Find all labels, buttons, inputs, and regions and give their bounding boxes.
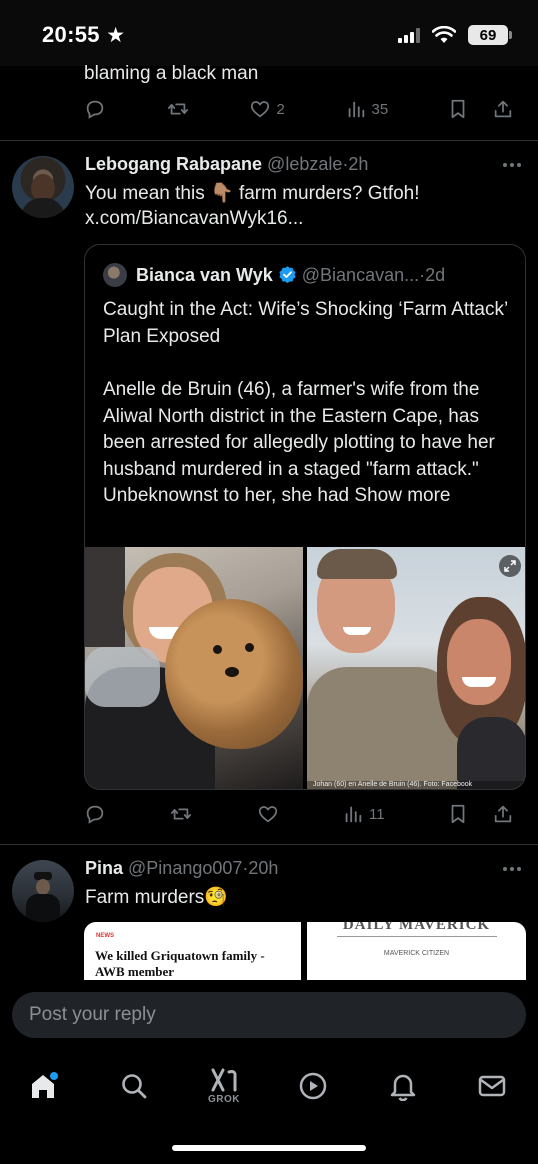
star-icon: ★ bbox=[106, 24, 126, 47]
prev-post-text: blaming a black man bbox=[84, 63, 259, 84]
views-icon bbox=[345, 806, 362, 823]
reply-composer[interactable] bbox=[12, 992, 526, 1038]
like-icon bbox=[258, 806, 277, 823]
signal-icon bbox=[398, 27, 420, 43]
messages-icon bbox=[478, 1075, 506, 1097]
tab-grok[interactable]: GROK bbox=[199, 1058, 249, 1114]
quote-body: Anelle de Bruin (46), a farmer's wife fr… bbox=[103, 379, 495, 506]
wifi-icon bbox=[432, 26, 456, 43]
tab-notifications[interactable] bbox=[378, 1058, 428, 1114]
more-icon[interactable] bbox=[502, 864, 522, 874]
repost-icon bbox=[171, 808, 192, 820]
share-icon[interactable] bbox=[492, 803, 514, 825]
views-button[interactable]: 11 bbox=[342, 799, 385, 829]
link-preview[interactable]: NEWS We killed Griquatown family - AWB m… bbox=[84, 922, 301, 980]
post-time: 2h bbox=[348, 154, 369, 174]
reply-post-actions: 11 bbox=[84, 799, 514, 829]
divider bbox=[0, 140, 538, 141]
photo-woman-with-dog[interactable] bbox=[85, 547, 303, 789]
preview-section: MAVERICK CITIZEN bbox=[383, 950, 450, 957]
more-icon[interactable] bbox=[502, 160, 522, 170]
link-preview[interactable]: DAILY MAVERICK MAVERICK CITIZEN bbox=[307, 922, 526, 980]
author-handle[interactable]: @Pinango007 bbox=[128, 858, 242, 878]
tab-bar: GROK bbox=[0, 1058, 538, 1114]
photo-couple[interactable]: Johan (60) en Anelle de Bruin (46). Foto… bbox=[307, 547, 525, 789]
author-line: Pina @Pinango007·20h bbox=[85, 858, 279, 878]
reply-input[interactable] bbox=[12, 992, 526, 1038]
author-name[interactable]: Lebogang Rabapane bbox=[85, 154, 262, 174]
expand-button[interactable] bbox=[499, 555, 521, 577]
quote-headline: Caught in the Act: Wife’s Shocking ‘Farm… bbox=[103, 299, 508, 347]
reply-button[interactable] bbox=[84, 799, 106, 829]
grok-icon bbox=[211, 1068, 237, 1092]
preview-headline: We killed Griquatown family - AWB member bbox=[95, 948, 265, 979]
quote-author-line: Bianca van Wyk @Biancavan...·2d bbox=[136, 265, 446, 285]
quote-author-name: Bianca van Wyk bbox=[136, 265, 273, 285]
preview-masthead: DAILY MAVERICK bbox=[342, 922, 491, 933]
repost-button[interactable] bbox=[169, 799, 193, 829]
author-handle[interactable]: @lebzale bbox=[267, 154, 342, 174]
pointing-down-emoji: 👇🏽 bbox=[210, 183, 234, 204]
post-text: You mean this 👇🏽 farm murders? Gtfoh! bbox=[85, 183, 420, 204]
reply-icon bbox=[86, 805, 104, 824]
quote-handle: @Biancavan... bbox=[301, 265, 420, 285]
home-icon bbox=[32, 1072, 58, 1098]
author-name[interactable]: Pina bbox=[85, 858, 123, 878]
home-indicator bbox=[172, 1145, 366, 1151]
tab-video[interactable] bbox=[288, 1058, 338, 1114]
grok-label: GROK bbox=[208, 1094, 240, 1105]
post-text: Farm murders🧐 bbox=[85, 887, 228, 908]
reply-button[interactable] bbox=[84, 94, 106, 124]
avatar[interactable] bbox=[12, 156, 74, 218]
expand-icon bbox=[504, 560, 516, 572]
like-count: 2 bbox=[276, 100, 285, 118]
like-button[interactable]: 2 bbox=[249, 94, 285, 124]
monocle-emoji: 🧐 bbox=[204, 887, 228, 908]
quote-time: 2d bbox=[425, 265, 446, 285]
divider bbox=[0, 844, 538, 845]
show-more-link[interactable]: Show more bbox=[354, 485, 450, 506]
bookmark-icon[interactable] bbox=[448, 803, 468, 825]
notifications-icon bbox=[390, 1074, 416, 1101]
battery-indicator: 69 bbox=[468, 25, 512, 45]
tab-messages[interactable] bbox=[467, 1058, 517, 1114]
reply-icon bbox=[86, 100, 104, 119]
video-icon bbox=[299, 1072, 327, 1100]
tab-search[interactable] bbox=[109, 1058, 159, 1114]
tab-home[interactable] bbox=[20, 1058, 70, 1114]
prev-post-actions: 2 35 bbox=[84, 94, 514, 124]
quoted-post[interactable]: Bianca van Wyk @Biancavan...·2d Caught i… bbox=[84, 244, 526, 790]
author-line: Lebogang Rabapane @lebzale·2h bbox=[85, 154, 369, 174]
like-icon bbox=[251, 101, 270, 118]
share-icon[interactable] bbox=[492, 98, 514, 120]
photo-caption: Johan (60) en Anelle de Bruin (46). Foto… bbox=[313, 781, 473, 788]
news-badge: NEWS bbox=[96, 933, 114, 939]
search-icon bbox=[122, 1074, 147, 1099]
bookmark-icon[interactable] bbox=[448, 98, 468, 120]
quote-avatar bbox=[103, 263, 127, 287]
status-indicators: 69 bbox=[398, 24, 512, 46]
views-count: 35 bbox=[371, 100, 389, 118]
views-button[interactable]: 35 bbox=[345, 94, 389, 124]
post-time: 20h bbox=[248, 858, 279, 878]
avatar[interactable] bbox=[12, 860, 74, 922]
like-button[interactable] bbox=[257, 799, 279, 829]
repost-button[interactable] bbox=[166, 94, 190, 124]
views-icon bbox=[348, 101, 364, 118]
verified-icon bbox=[279, 266, 296, 284]
repost-icon bbox=[167, 103, 188, 115]
views-count: 11 bbox=[369, 805, 385, 823]
post-link[interactable]: x.com/BiancavanWyk16... bbox=[85, 206, 303, 231]
status-time: 20:55 ★ bbox=[42, 22, 126, 47]
